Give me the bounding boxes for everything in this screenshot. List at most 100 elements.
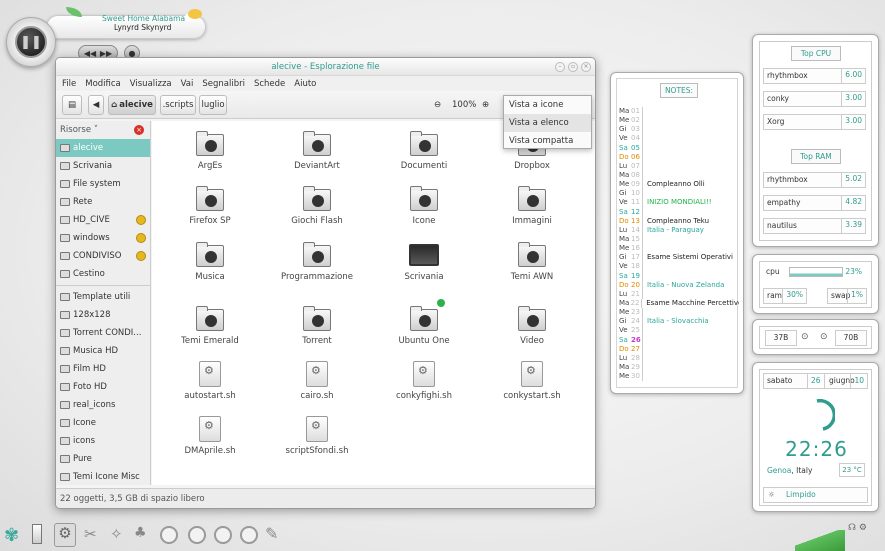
bookmark-musica-hd[interactable]: Musica HD <box>56 342 150 360</box>
top-ram-row: empathy 4.82 <box>763 195 866 211</box>
pause-button[interactable]: ❚❚ <box>15 26 47 58</box>
bookmark-128x128[interactable]: 128x128 <box>56 306 150 324</box>
folder-item[interactable]: Documenti <box>374 131 474 171</box>
file-item[interactable]: conkystart.sh <box>482 361 582 401</box>
folder-item[interactable]: Immagini <box>482 186 582 226</box>
bookmark-film-hd[interactable]: Film HD <box>56 360 150 378</box>
folder-item[interactable]: Firefox SP <box>160 186 260 226</box>
folder-icon <box>303 131 331 156</box>
close-button[interactable]: × <box>581 62 591 72</box>
menu-aiuto[interactable]: Aiuto <box>294 79 316 89</box>
bookmark-temi-icone-misc[interactable]: Temi Icone Misc <box>56 468 150 486</box>
view-option-list[interactable]: Vista a elenco <box>504 114 591 132</box>
trash-dock-icon[interactable] <box>32 524 42 544</box>
window-titlebar[interactable]: alecive - Esplorazione file – ▫ × <box>56 58 595 76</box>
eject-icon[interactable] <box>136 215 146 225</box>
file-item[interactable]: autostart.sh <box>160 361 260 401</box>
users-dock-icon[interactable]: ♣ <box>134 525 147 541</box>
menu-modifica[interactable]: Modifica <box>85 79 121 89</box>
folder-item[interactable]: Giochi Flash <box>267 186 367 226</box>
folder-item[interactable]: Icone <box>374 186 474 226</box>
menu-file[interactable]: File <box>62 79 76 89</box>
folder-icon <box>303 306 331 331</box>
firefox-dock-icon[interactable] <box>160 526 178 544</box>
calendar-day-row: Sa 19 <box>619 271 739 281</box>
folder-icon <box>60 419 70 427</box>
trash-icon <box>60 270 70 278</box>
menu-schede[interactable]: Schede <box>254 79 285 89</box>
folder-item[interactable]: Temi Emerald <box>160 306 260 346</box>
close-sidebar-icon[interactable]: × <box>134 125 144 135</box>
back-button[interactable]: ◀ <box>88 95 104 115</box>
calendar-day-row: Me 23 <box>619 308 739 318</box>
top-cpu-header: Top CPU <box>791 46 841 61</box>
folder-icon <box>196 242 224 267</box>
activity-dock-icon[interactable]: ✧ <box>110 525 123 543</box>
folder-item[interactable]: ArgEs <box>160 131 260 171</box>
tray-icons[interactable]: ☊ ⚙ <box>848 523 867 533</box>
chrome-dock-icon[interactable] <box>188 526 206 544</box>
file-item[interactable]: DMAprile.sh <box>160 416 260 456</box>
view-option-icons[interactable]: Vista a icone <box>504 96 591 114</box>
minimize-button[interactable]: – <box>555 62 565 72</box>
view-option-compact[interactable]: Vista compatta <box>504 132 591 150</box>
maximize-button[interactable]: ▫ <box>568 62 578 72</box>
tools-dock-icon[interactable]: ✂ <box>84 525 97 543</box>
file-item[interactable]: scriptSfondi.sh <box>267 416 367 456</box>
bookmark-icons[interactable]: icons <box>56 432 150 450</box>
folder-icon <box>60 437 70 445</box>
sidebar-item-cestino[interactable]: Cestino <box>56 265 150 283</box>
zoom-in-icon[interactable]: ⊕ <box>482 100 489 110</box>
calendar-day-row: Ma 22 Esame Macchine Percettive <box>619 298 739 309</box>
bookmark-foto-hd[interactable]: Foto HD <box>56 378 150 396</box>
breadcrumb-luglio[interactable]: luglio <box>199 95 227 115</box>
sun-icon: ☼ <box>768 490 775 499</box>
folder-item[interactable]: Temi AWN <box>482 242 582 282</box>
folder-item[interactable]: Torrent <box>267 306 367 346</box>
view-mode-dropdown[interactable]: Vista a icone Vista a elenco Vista compa… <box>503 95 592 149</box>
folder-item[interactable]: Musica <box>160 242 260 282</box>
folder-item[interactable]: Ubuntu One <box>374 299 474 346</box>
bookmark-icone[interactable]: Icone <box>56 414 150 432</box>
bookmark-pure[interactable]: Pure <box>56 450 150 468</box>
network-widget: 37B ⊙ ⊙ 70B <box>752 319 879 355</box>
file-item[interactable]: cairo.sh <box>267 361 367 401</box>
sidebar-item-hd-cive[interactable]: HD_CIVE <box>56 211 150 229</box>
eject-icon[interactable] <box>136 251 146 261</box>
dock: ✾ ⚙ ✂ ✧ ♣ ✎ <box>0 520 300 551</box>
menu-segnalibri[interactable]: Segnalibri <box>202 79 245 89</box>
sidebar-item-rete[interactable]: Rete <box>56 193 150 211</box>
folder-item[interactable]: DeviantArt <box>267 131 367 171</box>
zoom-out-icon[interactable]: ⊖ <box>434 100 441 110</box>
folder-icon <box>60 365 70 373</box>
breadcrumb-alecive[interactable]: ⌂ alecive <box>108 95 156 115</box>
menu-visualizza[interactable]: Visualizza <box>130 79 172 89</box>
sidebar-header[interactable]: Risorse ˅ × <box>56 121 150 139</box>
folder-item[interactable]: Scrivania <box>374 244 474 282</box>
brush-dock-icon[interactable]: ✎ <box>265 524 278 543</box>
butterfly-logo-icon[interactable]: ✾ <box>4 525 19 546</box>
folder-item[interactable]: Programmazione <box>267 242 367 282</box>
script-file-icon <box>306 416 328 442</box>
script-file-icon <box>306 361 328 387</box>
opera-dock-icon[interactable] <box>214 526 232 544</box>
folder-icon <box>60 401 70 409</box>
sidebar-item-alecive[interactable]: alecive <box>56 139 150 157</box>
file-grid: ArgEs DeviantArt Documenti Dropbox Firef… <box>152 121 595 485</box>
sidebar-item-condiviso[interactable]: CONDIVISO <box>56 247 150 265</box>
folder-item[interactable]: Video <box>482 306 582 346</box>
download-rate: 37B <box>765 330 797 346</box>
settings-dock-icon[interactable]: ⚙ <box>54 523 76 547</box>
bookmark-torrent-condi[interactable]: Torrent CONDI... <box>56 324 150 342</box>
bookmark-template-utili[interactable]: Template utili <box>56 288 150 306</box>
menu-vai[interactable]: Vai <box>181 79 194 89</box>
bookmark-real-icons[interactable]: real_icons <box>56 396 150 414</box>
location-toggle-button[interactable]: ▤ <box>62 95 82 115</box>
eject-icon[interactable] <box>136 233 146 243</box>
sidebar-item-filesystem[interactable]: File system <box>56 175 150 193</box>
file-item[interactable]: conkyfighi.sh <box>374 361 474 401</box>
breadcrumb-scripts[interactable]: .scripts <box>160 95 196 115</box>
sidebar-item-scrivania[interactable]: Scrivania <box>56 157 150 175</box>
headphones-dock-icon[interactable] <box>240 526 258 544</box>
sidebar-item-windows[interactable]: windows <box>56 229 150 247</box>
